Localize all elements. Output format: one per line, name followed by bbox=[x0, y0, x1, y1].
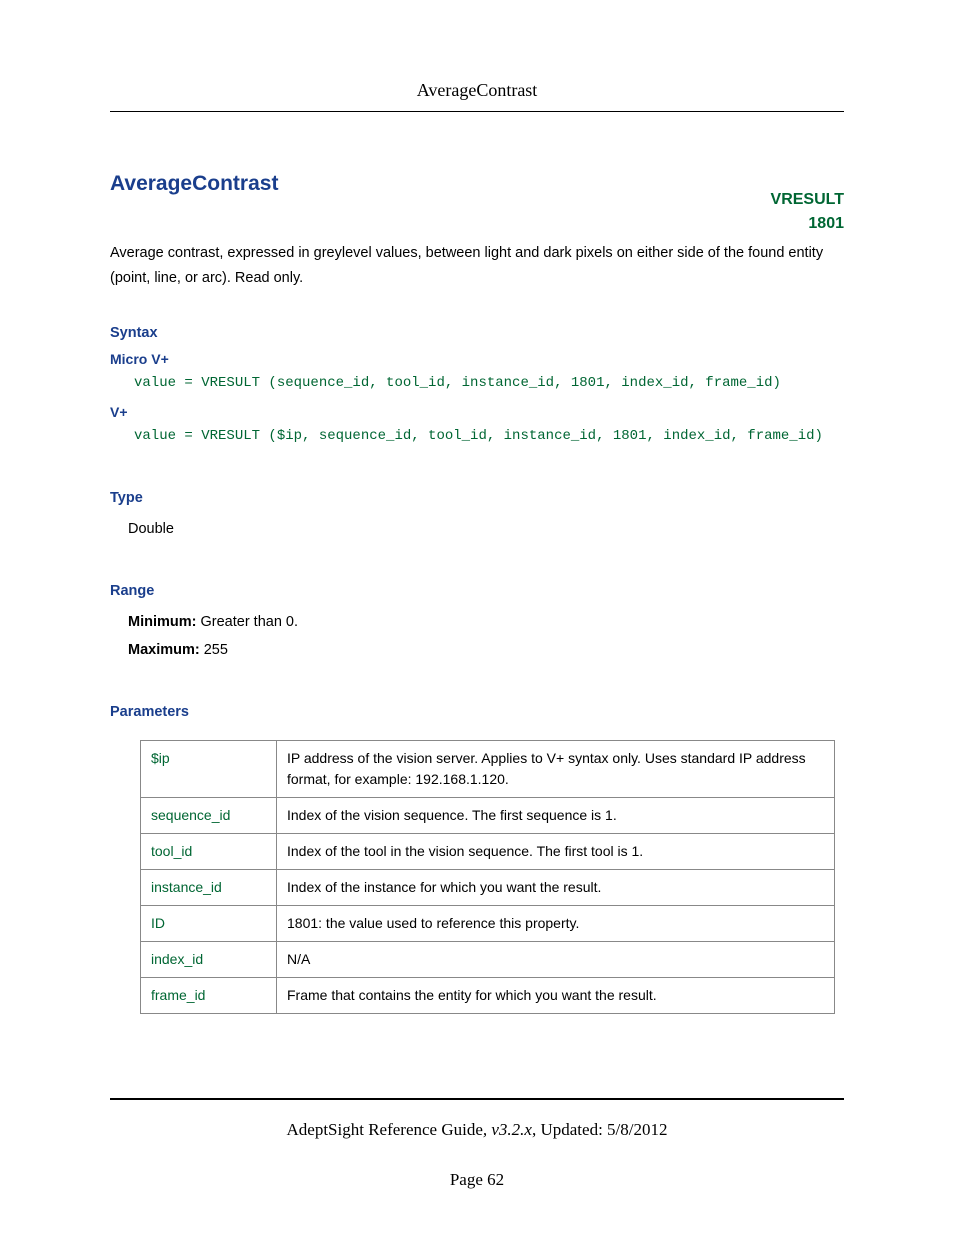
running-header: AverageContrast bbox=[110, 80, 844, 112]
param-name: ID bbox=[141, 906, 277, 942]
page-title: AverageContrast bbox=[110, 172, 844, 196]
table-row: frame_id Frame that contains the entity … bbox=[141, 978, 835, 1014]
table-row: tool_id Index of the tool in the vision … bbox=[141, 834, 835, 870]
footer-rule bbox=[110, 1098, 844, 1100]
param-desc: Frame that contains the entity for which… bbox=[277, 978, 835, 1014]
table-row: index_id N/A bbox=[141, 942, 835, 978]
footer-version: , v3.2.x bbox=[483, 1120, 532, 1139]
param-name: index_id bbox=[141, 942, 277, 978]
range-min-value: Greater than 0. bbox=[196, 614, 298, 630]
table-row: sequence_id Index of the vision sequence… bbox=[141, 798, 835, 834]
param-desc: Index of the tool in the vision sequence… bbox=[277, 834, 835, 870]
footer-guide: AdeptSight Reference Guide bbox=[287, 1120, 483, 1139]
param-name: $ip bbox=[141, 741, 277, 798]
intro-paragraph: Average contrast, expressed in greylevel… bbox=[110, 241, 844, 290]
param-name: sequence_id bbox=[141, 798, 277, 834]
vresult-code: 1801 bbox=[771, 212, 844, 236]
micro-vplus-code: value = VRESULT (sequence_id, tool_id, i… bbox=[134, 371, 844, 396]
param-desc: 1801: the value used to reference this p… bbox=[277, 906, 835, 942]
param-desc: N/A bbox=[277, 942, 835, 978]
range-minimum: Minimum: Greater than 0. bbox=[128, 609, 844, 637]
type-heading: Type bbox=[110, 490, 844, 506]
range-max-label: Maximum: bbox=[128, 642, 200, 658]
footer-text: AdeptSight Reference Guide, v3.2.x, Upda… bbox=[0, 1120, 954, 1140]
type-value: Double bbox=[128, 516, 844, 544]
footer-updated: , Updated: 5/8/2012 bbox=[532, 1120, 668, 1139]
parameters-heading: Parameters bbox=[110, 704, 844, 720]
range-heading: Range bbox=[110, 583, 844, 599]
param-desc: Index of the instance for which you want… bbox=[277, 870, 835, 906]
range-maximum: Maximum: 255 bbox=[128, 637, 844, 665]
vplus-label: V+ bbox=[110, 404, 844, 420]
table-row: $ip IP address of the vision server. App… bbox=[141, 741, 835, 798]
syntax-heading: Syntax bbox=[110, 325, 844, 341]
page-number: Page 62 bbox=[0, 1170, 954, 1190]
table-row: ID 1801: the value used to reference thi… bbox=[141, 906, 835, 942]
table-row: instance_id Index of the instance for wh… bbox=[141, 870, 835, 906]
param-name: instance_id bbox=[141, 870, 277, 906]
vplus-code: value = VRESULT ($ip, sequence_id, tool_… bbox=[134, 424, 844, 449]
micro-vplus-label: Micro V+ bbox=[110, 351, 844, 367]
range-max-value: 255 bbox=[200, 642, 228, 658]
range-min-label: Minimum: bbox=[128, 614, 196, 630]
vresult-tag: VRESULT 1801 bbox=[771, 188, 844, 236]
parameters-table: $ip IP address of the vision server. App… bbox=[140, 740, 835, 1014]
param-desc: Index of the vision sequence. The first … bbox=[277, 798, 835, 834]
param-name: frame_id bbox=[141, 978, 277, 1014]
param-desc: IP address of the vision server. Applies… bbox=[277, 741, 835, 798]
vresult-label: VRESULT bbox=[771, 188, 844, 212]
param-name: tool_id bbox=[141, 834, 277, 870]
